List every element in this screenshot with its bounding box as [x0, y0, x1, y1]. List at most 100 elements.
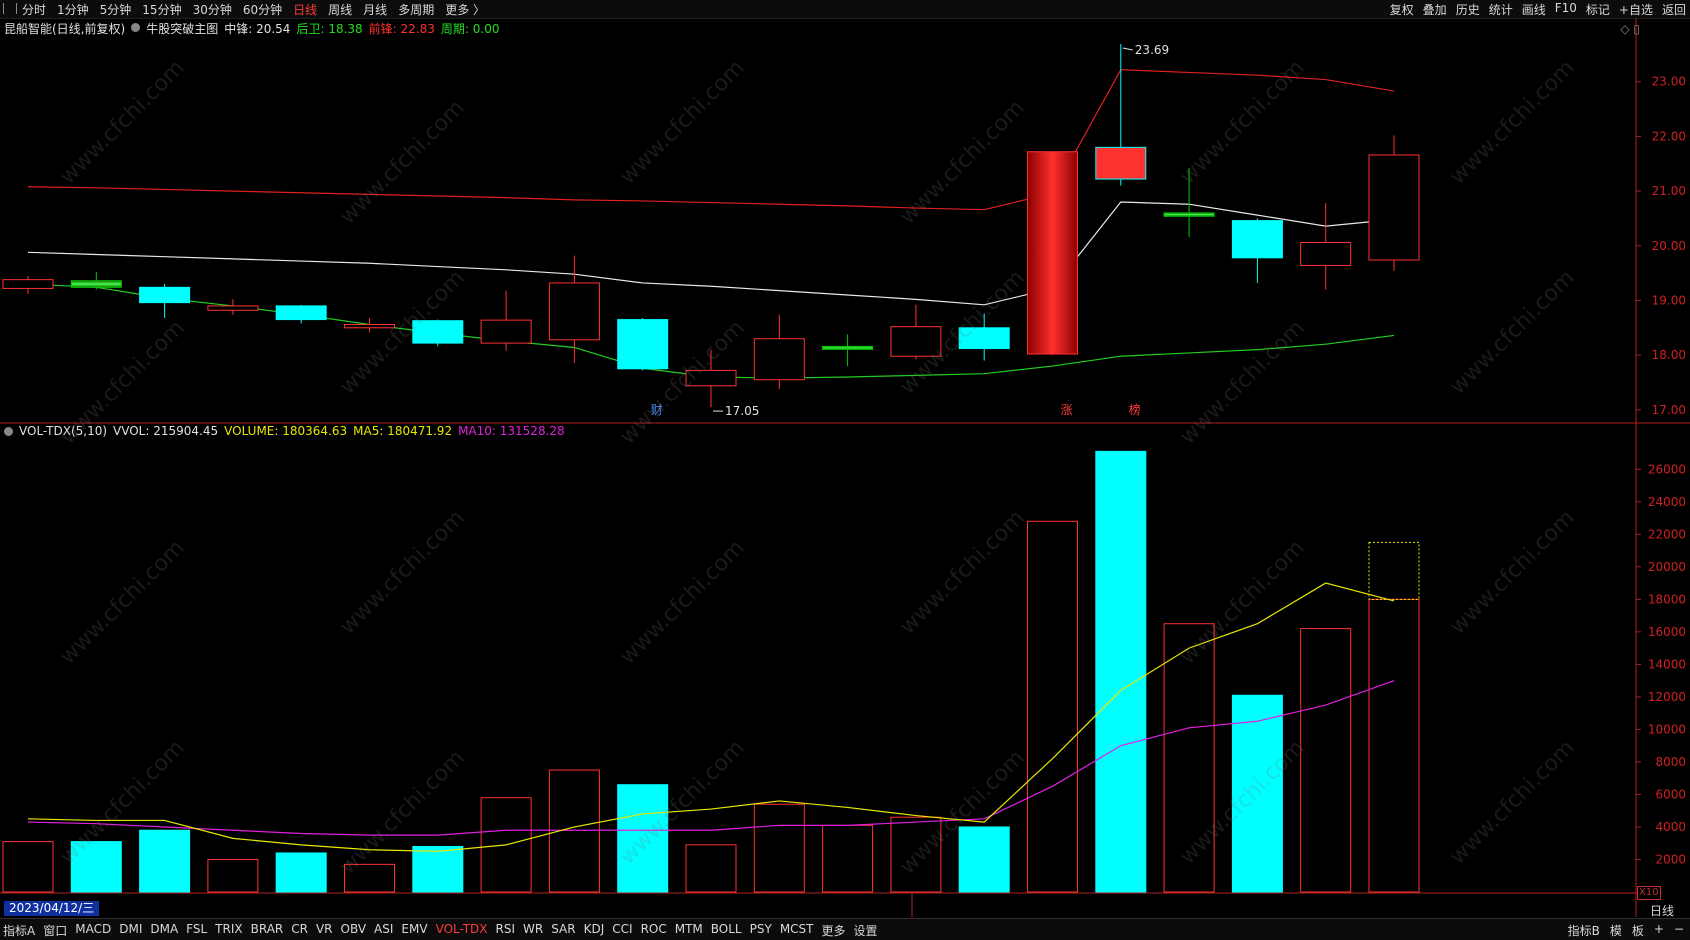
vol-bar-15 [1027, 520, 1078, 893]
candle-body-17 [1163, 212, 1215, 217]
indicator-tab-9[interactable]: VR [316, 922, 333, 939]
vol-tick-label-7: 12000 [1648, 690, 1686, 704]
candle-body-1 [70, 280, 122, 288]
volume-info-bar: VOL-TDX(5,10) VVOL: 215904.45 VOLUME: 18… [4, 424, 565, 440]
high-pointer [1122, 47, 1133, 51]
indicator-tab-25[interactable]: 设置 [854, 922, 878, 939]
vol-indicator-name[interactable]: VOL-TDX(5,10) [19, 424, 107, 440]
vol-bar-9 [617, 784, 669, 893]
chart-area: 23.69 17.05 财 涨 榜 23.00 22.00 21.00 20.00 19.00 1… [0, 18, 1690, 917]
vvol-value: VVOL: 215904.45 [113, 424, 219, 438]
vol-bar-0 [2, 841, 54, 893]
vol-bar-16 [1095, 450, 1147, 893]
vol-tick-label-10: 6000 [1655, 787, 1686, 801]
volume-value: VOLUME: 180364.63 [224, 424, 348, 438]
indicator-tab-7[interactable]: BRAR [251, 922, 284, 939]
candle-body-4 [275, 305, 327, 321]
indicator-tab-0[interactable]: 指标A [3, 922, 35, 939]
indicator-tab-23[interactable]: MCST [780, 922, 814, 939]
candle-body-10 [685, 369, 737, 387]
indicator-right-0[interactable]: 指标B [1568, 922, 1600, 939]
vol-bar-14 [958, 826, 1010, 893]
candle-body-2 [139, 286, 191, 304]
indicator-tab-12[interactable]: EMV [401, 922, 427, 939]
main-tick-label-2: 21.00 [1652, 184, 1686, 198]
main-tick-label-4: 19.00 [1652, 293, 1686, 307]
vol-bar-3 [207, 858, 259, 893]
indicator-right-4[interactable]: − [1674, 922, 1684, 939]
candle-body-13 [890, 326, 942, 357]
vol-bar-4 [275, 852, 327, 893]
vol-tick-label-9: 8000 [1655, 755, 1686, 769]
indicator-tab-14[interactable]: RSI [496, 922, 516, 939]
candle-body-11 [753, 338, 805, 381]
indicator-tab-16[interactable]: SAR [551, 922, 575, 939]
vol-tick-label-1: 24000 [1648, 495, 1686, 509]
indicator-right-1[interactable]: 模 [1610, 922, 1622, 939]
x10-badge[interactable]: X10 [1637, 886, 1661, 900]
indicator-tab-17[interactable]: KDJ [584, 922, 605, 939]
indicator-tab-13[interactable]: VOL-TDX [436, 922, 488, 939]
marker-2: 榜 [1129, 402, 1141, 417]
candle-body-5 [344, 324, 395, 329]
vol-bar-1 [70, 841, 122, 893]
vol-bar-18 [1231, 694, 1283, 893]
candle-body-20 [1368, 154, 1420, 261]
indicator-tab-6[interactable]: TRIX [215, 922, 242, 939]
indicator-tab-22[interactable]: PSY [750, 922, 772, 939]
candle-body-8 [548, 282, 600, 341]
indicator-tab-18[interactable]: CCI [612, 922, 632, 939]
indicator-tab-8[interactable]: CR [291, 922, 308, 939]
vol-bar-13 [890, 816, 942, 893]
indicator-tab-19[interactable]: ROC [641, 922, 667, 939]
vol-tick-label-5: 16000 [1648, 625, 1686, 639]
indicator-tab-15[interactable]: WR [523, 922, 543, 939]
candle-body-0 [2, 279, 54, 289]
candle-body-18 [1231, 220, 1283, 259]
main-tick-label-0: 23.00 [1652, 75, 1686, 89]
indicator-right-2[interactable]: 板 [1632, 922, 1644, 939]
marker-1: 涨 [1060, 402, 1072, 417]
vol-bar-17 [1163, 623, 1215, 893]
vol-tick-label-8: 10000 [1648, 722, 1686, 736]
vol-settings-circle-icon[interactable] [4, 427, 13, 436]
vol-tick-label-6: 14000 [1648, 657, 1686, 671]
vol-tick-label-3: 20000 [1648, 560, 1686, 574]
indicator-tab-3[interactable]: DMI [119, 922, 142, 939]
candle-body-9 [617, 319, 669, 370]
candle-body-19 [1300, 241, 1352, 266]
date-cursor-box: 2023/04/12/三 [4, 901, 100, 916]
vol-bar-2 [139, 829, 191, 893]
indicator-tab-1[interactable]: 窗口 [43, 922, 67, 939]
main-tick-label-1: 22.00 [1652, 129, 1686, 143]
period-label: 日线 [1650, 904, 1675, 918]
indicator-tab-20[interactable]: MTM [675, 922, 703, 939]
vol-tick-label-0: 26000 [1648, 462, 1686, 476]
candle-body-14 [958, 327, 1010, 350]
vol-tick-label-2: 22000 [1648, 527, 1686, 541]
vol-tick-label-11: 4000 [1655, 820, 1686, 834]
indicator-tab-24[interactable]: 更多 [822, 922, 846, 939]
vol-tick-label-4: 18000 [1648, 592, 1686, 606]
indicator-right-3[interactable]: + [1654, 922, 1664, 939]
main-tick-label-6: 17.00 [1652, 403, 1686, 417]
vol-bar-19 [1300, 628, 1352, 893]
candle-body-16 [1095, 146, 1147, 180]
indicator-tab-11[interactable]: ASI [374, 922, 393, 939]
main-tick-label-5: 18.00 [1652, 348, 1686, 362]
indicator-tab-4[interactable]: DMA [150, 922, 178, 939]
candle-body-3 [207, 305, 259, 311]
vol-bar-11 [753, 803, 805, 893]
vol-bar-12 [822, 824, 874, 893]
indicator-tab-5[interactable]: FSL [186, 922, 207, 939]
low-label: 17.05 [725, 404, 759, 418]
vol-tick-label-12: 2000 [1655, 852, 1686, 866]
vol-forecast-box [1368, 541, 1420, 600]
vol-bar-20 [1368, 598, 1420, 893]
indicator-tab-10[interactable]: OBV [341, 922, 367, 939]
indicator-tab-21[interactable]: BOLL [711, 922, 742, 939]
indicator-tab-2[interactable]: MACD [75, 922, 111, 939]
candle-body-15 [1027, 151, 1078, 355]
vol-bar-5 [344, 863, 395, 893]
candle-body-6 [412, 320, 464, 344]
